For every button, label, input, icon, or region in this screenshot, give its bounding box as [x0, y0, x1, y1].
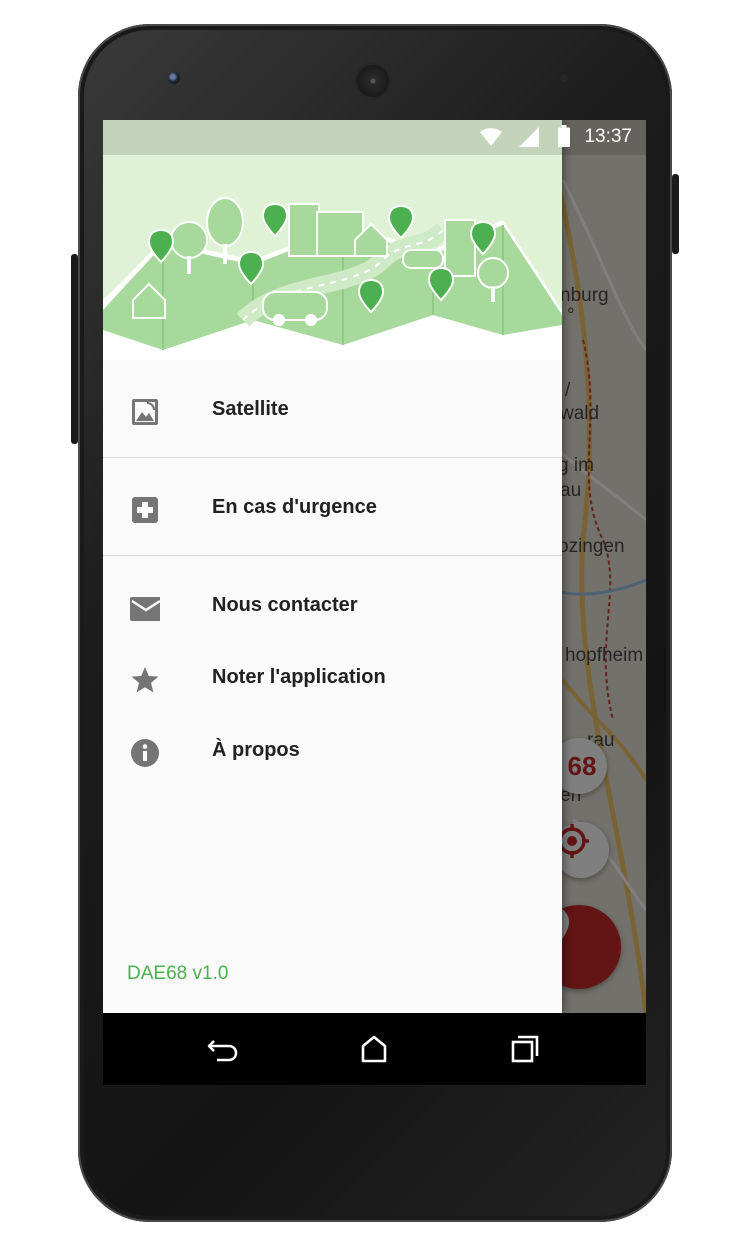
proximity-sensor — [560, 74, 568, 82]
satellite-image-icon — [132, 399, 158, 425]
drawer-header-image — [103, 120, 562, 360]
star-icon — [131, 667, 159, 693]
city-map-illustration — [103, 120, 562, 360]
front-camera — [168, 72, 180, 84]
wifi-icon — [480, 128, 502, 146]
menu-item-label: Satellite — [212, 398, 289, 420]
status-bar: 13:37 — [103, 120, 646, 155]
divider — [103, 555, 562, 556]
recents-icon[interactable] — [507, 1031, 543, 1067]
menu-item-satellite[interactable]: Satellite — [103, 382, 562, 438]
menu-item-contact[interactable]: Nous contacter — [103, 578, 562, 634]
home-icon[interactable] — [356, 1031, 392, 1067]
info-icon — [131, 739, 159, 767]
system-nav-bar — [103, 1013, 646, 1085]
back-icon[interactable] — [205, 1031, 241, 1067]
menu-item-about[interactable]: À propos — [103, 723, 562, 779]
battery-icon — [558, 125, 570, 147]
divider — [103, 457, 562, 458]
app-version: DAE68 v1.0 — [127, 963, 229, 984]
menu-item-label: À propos — [212, 739, 300, 761]
first-aid-icon — [132, 497, 158, 523]
menu-item-label: Noter l'application — [212, 666, 386, 688]
navigation-drawer: Satellite En cas d'urgence Nous contacte… — [103, 120, 562, 1013]
screen: nburg ° / wald g im au ozingen hopfheim … — [103, 120, 646, 1085]
menu-item-rate-app[interactable]: Noter l'application — [103, 650, 562, 706]
menu-item-label: En cas d'urgence — [212, 496, 377, 518]
menu-item-label: Nous contacter — [212, 594, 358, 616]
volume-button — [71, 254, 78, 444]
earpiece-speaker — [357, 65, 389, 97]
power-button — [672, 174, 679, 254]
mail-icon — [130, 597, 160, 621]
signal-icon — [519, 127, 539, 147]
status-time: 13:37 — [584, 126, 632, 147]
menu-item-emergency[interactable]: En cas d'urgence — [103, 480, 562, 536]
